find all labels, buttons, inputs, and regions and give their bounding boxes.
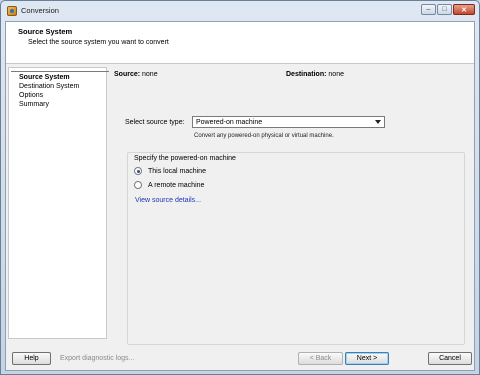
minimize-icon: – [426,6,431,13]
main-panel: Source: none Destination: none Select so… [109,67,473,345]
source-type-label: Select source type: [125,119,185,126]
maximize-button[interactable]: □ [437,4,452,15]
nav-item-options[interactable]: Options [19,91,43,100]
nav-item-summary[interactable]: Summary [19,100,49,109]
radio-button-selected[interactable] [134,167,142,175]
source-summary: Source: none [114,71,158,78]
caption-buttons: – □ ✕ [421,4,475,15]
source-value: none [142,71,158,78]
destination-label: Destination: [286,71,327,78]
chevron-down-icon [375,120,381,124]
radio-button[interactable] [134,181,142,189]
nav-item-source-system[interactable]: Source System [11,71,109,82]
source-type-select[interactable]: Powered-on machine [192,116,385,128]
back-button[interactable]: < Back [298,352,343,365]
cancel-button[interactable]: Cancel [428,352,472,365]
page-subtitle: Select the source system you want to con… [28,39,169,46]
title-bar[interactable]: Conversion – □ ✕ [1,1,479,21]
destination-summary: Destination: none [286,71,344,78]
help-button[interactable]: Help [12,352,51,365]
wizard-client-area: Source System Select the source system y… [5,21,475,371]
close-button[interactable]: ✕ [453,4,475,15]
radio-local-machine[interactable]: This local machine [134,167,206,175]
view-source-details-link[interactable]: View source details... [135,197,201,204]
source-type-value: Powered-on machine [196,119,263,126]
minimize-button[interactable]: – [421,4,436,15]
powered-on-machine-group: Specify the powered-on machine This loca… [127,152,465,345]
wizard-header: Source System Select the source system y… [6,22,474,64]
converter-app-icon [7,6,17,16]
window-title: Conversion [21,6,59,15]
wizard-steps-nav: Source System Destination System Options… [8,67,109,339]
conversion-window: Conversion – □ ✕ Source System Select th… [0,0,480,375]
nav-item-destination-system[interactable]: Destination System [19,82,79,91]
radio-remote-machine-label: A remote machine [148,181,205,189]
radio-local-machine-label: This local machine [148,167,206,175]
export-logs-link[interactable]: Export diagnostic logs... [60,355,134,362]
maximize-icon: □ [442,6,447,13]
source-type-help: Convert any powered-on physical or virtu… [194,133,334,139]
radio-remote-machine[interactable]: A remote machine [134,181,204,189]
wizard-footer: Help Export diagnostic logs... < Back Ne… [6,340,474,370]
page-title: Source System [18,27,73,36]
source-label: Source: [114,71,141,78]
close-icon: ✕ [461,6,467,14]
group-title: Specify the powered-on machine [134,155,236,162]
destination-value: none [328,71,344,78]
next-button[interactable]: Next > [345,352,389,365]
